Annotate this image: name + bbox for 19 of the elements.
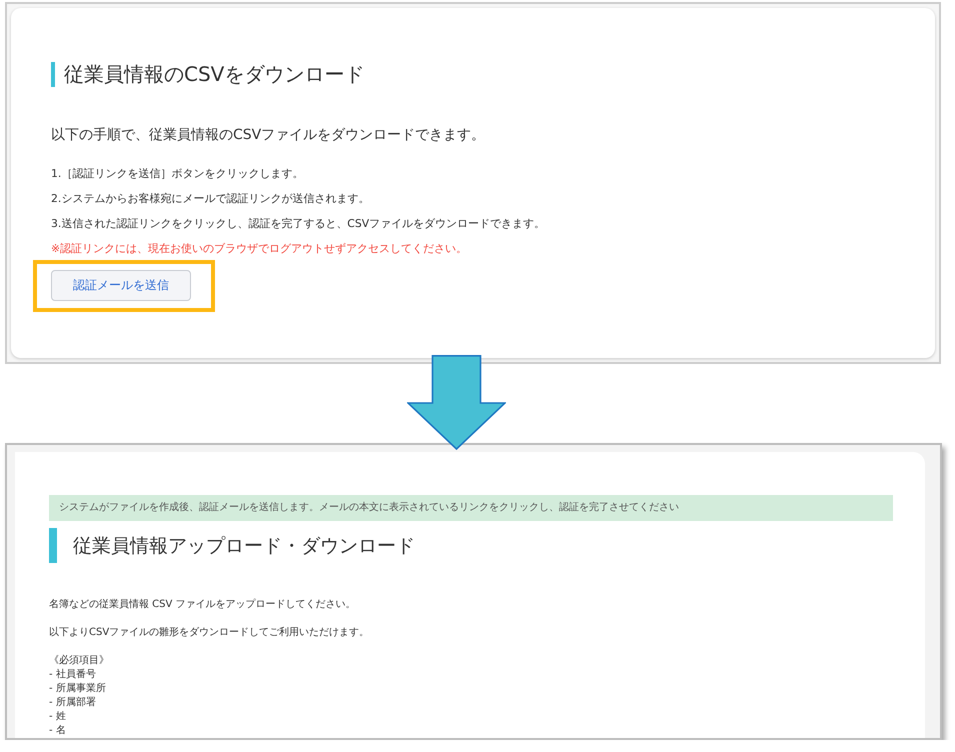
list-item: - 姓 bbox=[49, 710, 66, 724]
accent-bar bbox=[49, 528, 57, 563]
page-heading: 従業員情報アップロード・ダウンロード bbox=[73, 534, 415, 558]
step-text: 3.送信された認証リンクをクリックし、認証を完了すると、CSVファイルをダウンロードできます。 bbox=[51, 216, 546, 232]
page-heading: 従業員情報のCSVをダウンロード bbox=[64, 61, 364, 87]
intro-text: 以下の手順で、従業員情報のCSVファイルをダウンロードできます。 bbox=[51, 126, 486, 144]
info-banner: システムがファイルを作成後、認証メールを送信します。メールの本文に表示されているリンクをクリックし、認証を完了させてください bbox=[49, 495, 893, 521]
list-item: - 所属事業所 bbox=[49, 682, 106, 696]
accent-bar bbox=[51, 62, 55, 86]
body-text: 以下よりCSVファイルの雛形をダウンロードしてご利用いただけます。 bbox=[49, 626, 370, 640]
send-email-button[interactable]: 認証メールを送信 bbox=[51, 270, 191, 301]
list-item: - 社員番号 bbox=[49, 668, 96, 682]
list-heading: 《必須項目》 bbox=[49, 654, 109, 668]
step-text: 1.［認証リンクを送信］ボタンをクリックします。 bbox=[51, 166, 304, 182]
list-item: - 所属部署 bbox=[49, 696, 96, 710]
step-text: 2.システムからお客様宛にメールで認証リンクが送信されます。 bbox=[51, 191, 370, 207]
warning-text: ※認証リンクには、現在お使いのブラウザでログアウトせずアクセスしてください。 bbox=[51, 241, 468, 257]
body-text: 名簿などの従業員情報 CSV ファイルをアップロードしてください。 bbox=[49, 598, 356, 612]
list-item: - 名 bbox=[49, 724, 66, 738]
